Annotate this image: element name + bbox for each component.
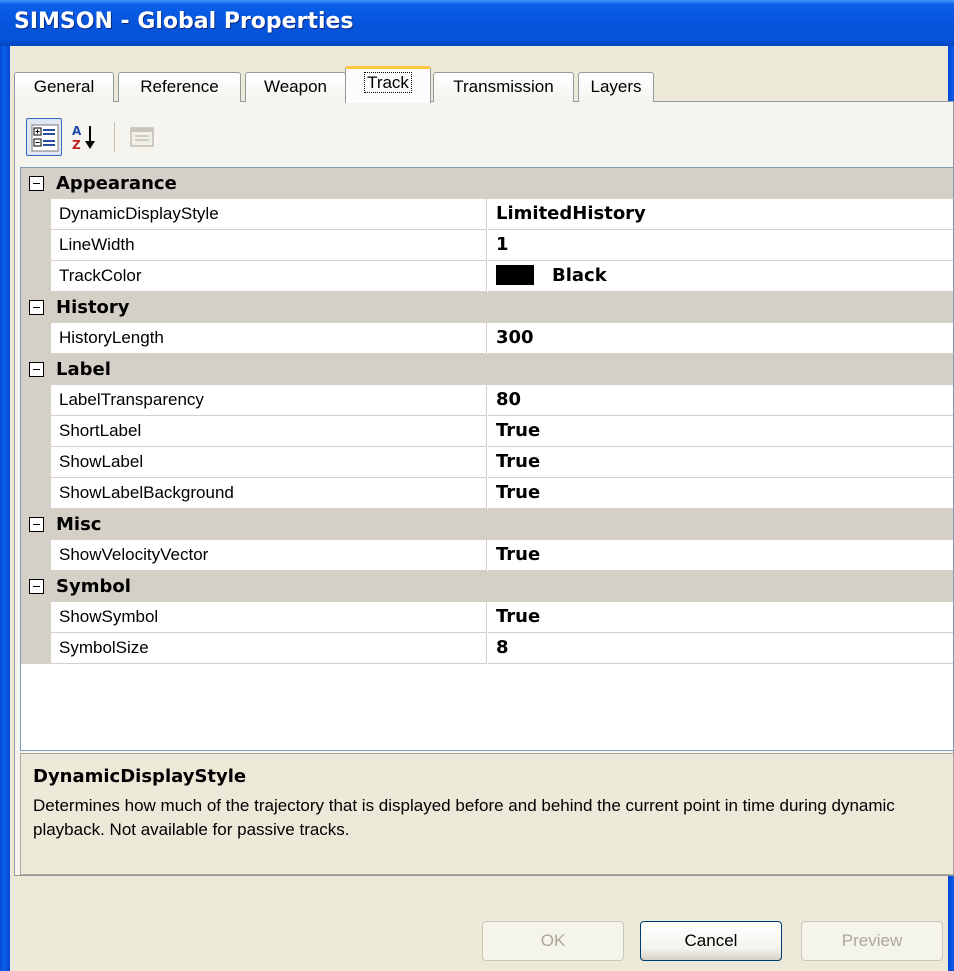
property-pages-icon [130, 127, 154, 147]
color-name: Black [552, 265, 607, 286]
property-name: TrackColor [51, 261, 487, 292]
property-value[interactable]: LimitedHistory [488, 199, 953, 230]
property-row-shortlabel[interactable]: ShortLabel True [21, 416, 953, 447]
color-swatch [496, 265, 534, 285]
property-value[interactable]: True [488, 416, 953, 447]
property-name: ShortLabel [51, 416, 487, 447]
row-gutter [21, 323, 51, 354]
description-text: Determines how much of the trajectory th… [33, 796, 895, 839]
row-gutter [21, 478, 51, 509]
svg-text:A: A [72, 124, 82, 138]
property-value[interactable]: 80 [488, 385, 953, 416]
property-row-dynamicdisplaystyle[interactable]: DynamicDisplayStyle LimitedHistory [21, 199, 953, 230]
property-name: HistoryLength [51, 323, 487, 354]
ok-button[interactable]: OK [482, 921, 624, 961]
row-gutter [21, 447, 51, 478]
property-row-trackcolor[interactable]: TrackColor Black [21, 261, 953, 292]
property-name: ShowLabel [51, 447, 487, 478]
property-grid[interactable]: Appearance DynamicDisplayStyle LimitedHi… [20, 167, 954, 751]
collapse-icon[interactable] [29, 517, 44, 532]
property-value[interactable]: 300 [488, 323, 953, 354]
description-title: DynamicDisplayStyle [33, 766, 247, 787]
property-name: ShowLabelBackground [51, 478, 487, 509]
cancel-button[interactable]: Cancel [640, 921, 782, 961]
row-gutter [21, 385, 51, 416]
property-row-linewidth[interactable]: LineWidth 1 [21, 230, 953, 261]
row-gutter [21, 199, 51, 230]
property-row-showvelocityvector[interactable]: ShowVelocityVector True [21, 540, 953, 571]
category-symbol[interactable]: Symbol [21, 571, 953, 602]
tab-track[interactable]: Track [345, 66, 431, 103]
property-pages-button[interactable] [124, 118, 160, 156]
category-history[interactable]: History [21, 292, 953, 323]
properties-window: SIMSON - Global Properties General Refer… [0, 0, 954, 971]
property-value[interactable]: 1 [488, 230, 953, 261]
category-misc[interactable]: Misc [21, 509, 953, 540]
property-row-showsymbol[interactable]: ShowSymbol True [21, 602, 953, 633]
collapse-icon[interactable] [29, 300, 44, 315]
property-value[interactable]: True [488, 447, 953, 478]
tab-general[interactable]: General [14, 72, 114, 102]
category-appearance[interactable]: Appearance [21, 168, 953, 199]
tab-transmission[interactable]: Transmission [433, 72, 574, 102]
property-row-labeltransparency[interactable]: LabelTransparency 80 [21, 385, 953, 416]
collapse-icon[interactable] [29, 579, 44, 594]
property-value[interactable]: 8 [488, 633, 953, 664]
row-gutter [21, 602, 51, 633]
categorized-view-button[interactable] [26, 118, 62, 156]
property-row-symbolsize[interactable]: SymbolSize 8 [21, 633, 953, 664]
row-gutter [21, 416, 51, 447]
property-value[interactable]: True [488, 540, 953, 571]
property-value[interactable]: True [488, 602, 953, 633]
property-name: DynamicDisplayStyle [51, 199, 487, 230]
property-name: LabelTransparency [51, 385, 487, 416]
property-value[interactable]: True [488, 478, 953, 509]
property-name: ShowSymbol [51, 602, 487, 633]
property-name: SymbolSize [51, 633, 487, 664]
property-name: LineWidth [51, 230, 487, 261]
property-row-historylength[interactable]: HistoryLength 300 [21, 323, 953, 354]
row-gutter [21, 261, 51, 292]
description-panel: DynamicDisplayStyle Determines how much … [20, 753, 954, 875]
title-bar[interactable]: SIMSON - Global Properties [0, 0, 954, 46]
tab-strip: General Reference Weapon Track Transmiss… [14, 66, 954, 103]
property-value[interactable]: Black [488, 261, 953, 292]
tab-weapon[interactable]: Weapon [245, 72, 346, 102]
svg-text:Z: Z [72, 138, 81, 151]
collapse-icon[interactable] [29, 362, 44, 377]
property-grid-toolbar: A Z [20, 118, 320, 158]
alphabetical-sort-icon: A Z [72, 124, 95, 151]
category-label[interactable]: Label [21, 354, 953, 385]
tab-reference[interactable]: Reference [118, 72, 241, 102]
window-frame-left [0, 46, 10, 971]
row-gutter [21, 230, 51, 261]
row-gutter [21, 540, 51, 571]
categorized-view-icon [31, 124, 59, 152]
property-name: ShowVelocityVector [51, 540, 487, 571]
toolbar-separator [114, 122, 115, 152]
preview-button[interactable]: Preview [801, 921, 943, 961]
window-title: SIMSON - Global Properties [14, 9, 354, 34]
property-row-showlabel[interactable]: ShowLabel True [21, 447, 953, 478]
tab-layers[interactable]: Layers [578, 72, 654, 102]
row-gutter [21, 633, 51, 664]
collapse-icon[interactable] [29, 176, 44, 191]
property-row-showlabelbackground[interactable]: ShowLabelBackground True [21, 478, 953, 509]
alphabetical-sort-button[interactable]: A Z [66, 118, 102, 156]
